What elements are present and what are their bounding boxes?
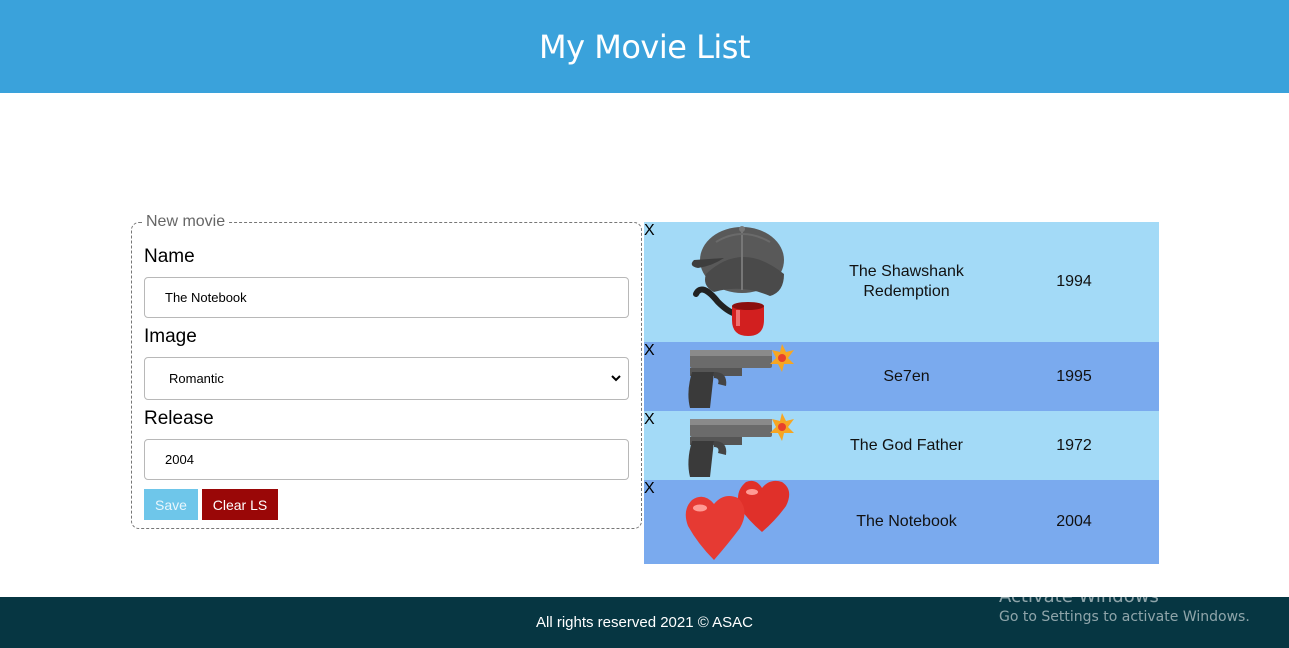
form-legend: New movie <box>144 213 228 231</box>
movie-year: 2004 <box>1056 513 1092 530</box>
page-header: My Movie List <box>0 0 1289 93</box>
delete-button[interactable]: X <box>644 411 655 429</box>
movie-name: The Shawshank Redemption <box>849 263 964 300</box>
image-select[interactable]: Romantic <box>144 357 629 400</box>
pistol-icon <box>688 344 794 408</box>
table-row: X The God Father 1972 <box>644 411 1159 480</box>
name-input-value: The Notebook <box>165 290 247 305</box>
delete-button[interactable]: X <box>644 342 655 360</box>
delete-button[interactable]: X <box>644 222 655 240</box>
image-select-value: Romantic <box>169 371 224 386</box>
new-movie-form: New movie Name The Notebook Image Romant… <box>131 213 642 529</box>
table-row: X Se7en 1995 <box>644 342 1159 411</box>
movie-year: 1994 <box>1056 273 1092 290</box>
chevron-down-icon <box>611 375 621 382</box>
clear-ls-button[interactable]: Clear LS <box>202 489 278 520</box>
movie-year: 1995 <box>1056 367 1092 385</box>
save-button[interactable]: Save <box>144 489 198 520</box>
table-row: X The Shawshank Redemption 1994 <box>644 222 1159 342</box>
release-input[interactable]: 2004 <box>144 439 629 480</box>
movie-year: 1972 <box>1056 436 1092 454</box>
movie-name: Se7en <box>883 367 930 385</box>
detective-hat-pipe-icon <box>691 226 784 336</box>
release-label: Release <box>144 408 214 429</box>
movie-name: The Notebook <box>856 513 957 530</box>
pistol-icon <box>688 413 794 477</box>
table-row: X The Notebook 2004 <box>644 480 1159 564</box>
name-input[interactable]: The Notebook <box>144 277 629 318</box>
watermark-subtitle: Go to Settings to activate Windows. <box>999 609 1250 625</box>
release-input-value: 2004 <box>165 452 194 467</box>
image-label: Image <box>144 326 197 347</box>
name-label: Name <box>144 246 195 267</box>
delete-button[interactable]: X <box>644 480 655 498</box>
movie-name: The God Father <box>850 436 963 454</box>
two-hearts-icon <box>685 480 790 560</box>
footer-text: All rights reserved 2021 © ASAC <box>536 614 753 631</box>
watermark-title: Activate Windows <box>999 586 1159 607</box>
page-title: My Movie List <box>538 27 751 66</box>
movie-table: X The Shawshank Redemption 1994 X Se7en … <box>644 222 1159 564</box>
activate-windows-watermark: Activate Windows Go to Settings to activ… <box>999 586 1250 625</box>
